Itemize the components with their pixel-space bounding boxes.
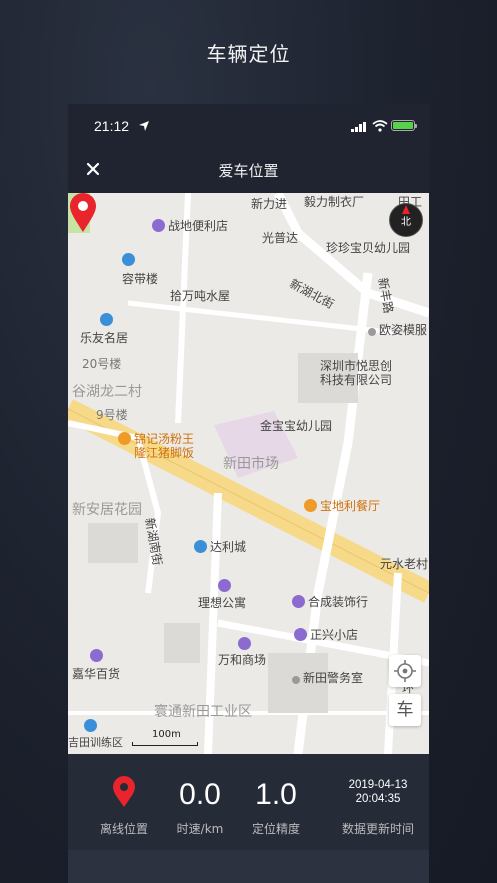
map-label: 元水老村 [380, 557, 429, 571]
map-label: 20号楼 [82, 357, 122, 371]
shop-icon [292, 595, 305, 608]
info-panel: 离线位置 0.0 时速/km 1.0 定位精度 2019-04-13 20:04… [68, 754, 429, 850]
car-button[interactable]: 车 [389, 694, 421, 726]
map-label: 光普达 [262, 231, 299, 245]
map-label: 9号楼 [96, 408, 128, 422]
map-label: 理想公寓 [198, 596, 247, 610]
accuracy-label: 定位精度 [251, 822, 300, 836]
accuracy-value: 1.0 [255, 778, 297, 811]
bottom-strip [68, 850, 429, 883]
building-icon [84, 719, 97, 732]
map-label: 容带楼 [122, 272, 159, 286]
scale-label: 100m [152, 729, 181, 740]
map-label-text: 欧姿模服 [379, 323, 428, 337]
map-label: 宝地利餐厅 [304, 497, 380, 514]
map-label [84, 719, 100, 733]
update-date: 2019-04-13 [348, 779, 408, 791]
map-label: 吉田训练区 [68, 736, 123, 749]
poi-dot-icon [292, 676, 300, 684]
speed-label: 时速/km [176, 822, 224, 836]
update-time-stat: 2019-04-13 20:04:35 数据更新时间 [328, 754, 428, 850]
map-label: 嘉华百货 [72, 667, 121, 681]
map-label-text: 正兴小店 [310, 628, 359, 642]
signal-icon [351, 122, 366, 132]
map-label [100, 313, 116, 327]
offline-location-label: 离线位置 [99, 822, 148, 836]
shop-icon [90, 649, 103, 662]
nav-title: 爱车位置 [218, 162, 279, 180]
building-icon [122, 253, 135, 266]
map-label: 新田市场 [223, 456, 279, 472]
map-label: 拾万吨水屋 [170, 289, 231, 303]
map-label: 乐友名居 [80, 331, 129, 345]
building-icon [100, 313, 113, 326]
map-label: 毅力制衣厂 [304, 195, 365, 209]
location-pin-icon [113, 776, 135, 807]
status-bar: 21:12 [68, 104, 429, 148]
offline-location-stat[interactable]: 离线位置 [68, 754, 180, 850]
map-label: 新力进 [251, 197, 288, 211]
map-label: 战地便利店 [152, 217, 228, 234]
map-label: 合成装饰行 [292, 593, 368, 610]
battery-icon [391, 120, 417, 131]
map-scale: 100m [132, 729, 198, 748]
map-label-text: 宝地利餐厅 [320, 499, 381, 513]
speed-value: 0.0 [179, 778, 221, 811]
map-label: 寰通新田工业区 [154, 704, 252, 720]
poi-dot-icon [368, 328, 376, 336]
map-label: 达利城 [194, 538, 246, 555]
map-label: 科技有限公司 [320, 373, 393, 387]
compass-icon[interactable]: 北 [389, 203, 423, 237]
building-icon [194, 540, 207, 553]
map-label [90, 649, 106, 663]
crosshair-icon [394, 660, 416, 682]
map-label: 谷湖龙二村 [72, 384, 142, 400]
wifi-icon [372, 120, 388, 132]
map-label: 万和商场 [218, 653, 267, 667]
map-label [218, 579, 234, 593]
map-label-text: 达利城 [210, 540, 247, 554]
map-label: 正兴小店 [294, 626, 358, 643]
promo-title: 车辆定位 [206, 42, 291, 66]
update-label: 数据更新时间 [341, 822, 414, 836]
accuracy-stat: 1.0 定位精度 [245, 754, 307, 850]
map-label: 欧姿模服 [368, 321, 427, 338]
location-arrow-icon [139, 121, 149, 131]
restaurant-icon [118, 432, 131, 445]
hotel-icon [218, 579, 231, 592]
app-screen: { "promo": { "title": "车辆定位" }, "status_… [0, 0, 497, 883]
locate-button[interactable] [389, 655, 421, 687]
scale-bar [132, 742, 198, 746]
shop-icon [294, 628, 307, 641]
update-time: 20:04:35 [355, 793, 401, 805]
map-label-text: 合成装饰行 [308, 595, 369, 609]
update-datetime: 2019-04-13 20:04:35 [328, 778, 428, 806]
speed-stat: 0.0 时速/km [170, 754, 230, 850]
shop-icon [238, 637, 251, 650]
nav-bar: 爱车位置 [68, 148, 429, 193]
status-time: 21:12 [94, 118, 130, 134]
map-label [238, 637, 254, 651]
map-label: 隆江猪脚饭 [134, 446, 195, 460]
shop-icon [152, 219, 165, 232]
map-label: 金宝宝幼儿园 [260, 419, 333, 433]
map-view[interactable]: 新力进 毅力制衣厂 田工 战地便利店 光普达 珍珍宝贝幼儿园 容带楼 拾万吨水屋… [68, 193, 429, 754]
map-label-text: 新田警务室 [303, 671, 364, 685]
map-label: 新田警务室 [292, 669, 363, 686]
map-label: 新安居花园 [72, 502, 142, 518]
map-label [122, 253, 138, 267]
map-label: 珍珍宝贝幼儿园 [326, 241, 411, 255]
phone-frame: 21:12 爱车位置 新力进 毅力制衣厂 田工 战地便利店 光普达 珍珍宝贝幼儿… [68, 104, 429, 883]
restaurant-icon [304, 499, 317, 512]
map-label-text: 战地便利店 [168, 219, 229, 233]
location-pin-icon[interactable] [68, 193, 98, 233]
compass-label: 北 [401, 217, 411, 228]
